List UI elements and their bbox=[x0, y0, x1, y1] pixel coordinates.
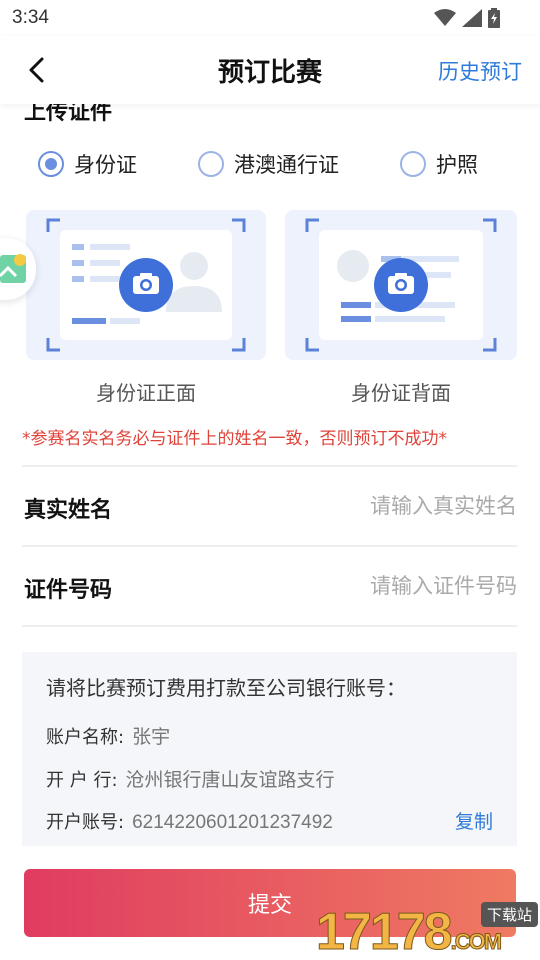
account-number-label: 开户账号: bbox=[46, 812, 125, 833]
id-number-input[interactable] bbox=[217, 566, 517, 606]
branch-value: 沧州银行唐山友谊路支行 bbox=[125, 770, 335, 791]
account-number-line: 开户账号: 6214220601201237492 bbox=[46, 808, 333, 834]
radio-label-id-card: 身份证 bbox=[74, 153, 137, 177]
radio-checked-icon bbox=[38, 151, 64, 177]
floating-widget[interactable] bbox=[0, 238, 36, 300]
site-watermark: 17178.COM 下载站 bbox=[316, 900, 540, 960]
watermark-badge: 下载站 bbox=[480, 902, 538, 927]
id-number-label: 证件号码 bbox=[24, 578, 113, 603]
divider bbox=[22, 545, 517, 547]
name-input[interactable] bbox=[217, 486, 517, 526]
status-icons bbox=[434, 8, 500, 28]
account-name-value: 张宇 bbox=[132, 727, 171, 748]
history-bookings-link[interactable]: 历史预订 bbox=[438, 56, 522, 86]
divider bbox=[22, 625, 517, 627]
id-type-radio-group: 身份证 港澳通行证 护照 bbox=[38, 148, 478, 180]
radio-hk-macau-permit[interactable]: 港澳通行证 bbox=[198, 149, 400, 179]
status-bar: 3:34 bbox=[0, 0, 540, 36]
branch-label: 开 户 行: bbox=[46, 770, 118, 791]
radio-unchecked-icon bbox=[400, 151, 426, 177]
realname-notice: *参赛名实名务必与证件上的姓名一致，否则预订不成功* bbox=[22, 429, 447, 449]
copy-button[interactable]: 复制 bbox=[455, 807, 493, 834]
radio-id-card[interactable]: 身份证 bbox=[38, 149, 198, 179]
account-number-value: 6214220601201237492 bbox=[132, 812, 333, 833]
id-front-caption: 身份证正面 bbox=[96, 381, 196, 405]
image-icon bbox=[0, 254, 26, 283]
radio-label-hk-macau-permit: 港澳通行证 bbox=[234, 153, 339, 177]
battery-icon bbox=[488, 8, 500, 28]
id-front-upload[interactable] bbox=[26, 210, 266, 360]
wifi-icon bbox=[434, 9, 456, 26]
id-back-upload[interactable] bbox=[285, 210, 517, 360]
bank-info-heading: 请将比赛预订费用打款至公司银行账号： bbox=[46, 676, 406, 700]
account-name-line: 账户名称: 张宇 bbox=[46, 722, 170, 749]
id-back-caption: 身份证背面 bbox=[351, 381, 451, 405]
name-row: 真实姓名 bbox=[22, 468, 517, 546]
status-time: 3:34 bbox=[12, 7, 49, 28]
radio-passport[interactable]: 护照 bbox=[400, 149, 478, 179]
radio-unchecked-icon bbox=[198, 151, 224, 177]
branch-line: 开 户 行: 沧州银行唐山友谊路支行 bbox=[46, 765, 335, 792]
divider bbox=[22, 465, 517, 467]
watermark-number: 17178.COM bbox=[316, 903, 503, 960]
nav-bar: 预订比赛 历史预订 bbox=[0, 36, 540, 104]
camera-icon bbox=[119, 258, 173, 312]
id-number-row: 证件号码 bbox=[22, 548, 517, 626]
name-label: 真实姓名 bbox=[24, 498, 113, 523]
account-name-label: 账户名称: bbox=[46, 727, 125, 748]
signal-icon bbox=[462, 9, 482, 27]
radio-label-passport: 护照 bbox=[436, 153, 478, 177]
camera-icon bbox=[374, 258, 428, 312]
bank-info-panel: 请将比赛预订费用打款至公司银行账号： 账户名称: 张宇 开 户 行: 沧州银行唐山友… bbox=[22, 652, 517, 846]
